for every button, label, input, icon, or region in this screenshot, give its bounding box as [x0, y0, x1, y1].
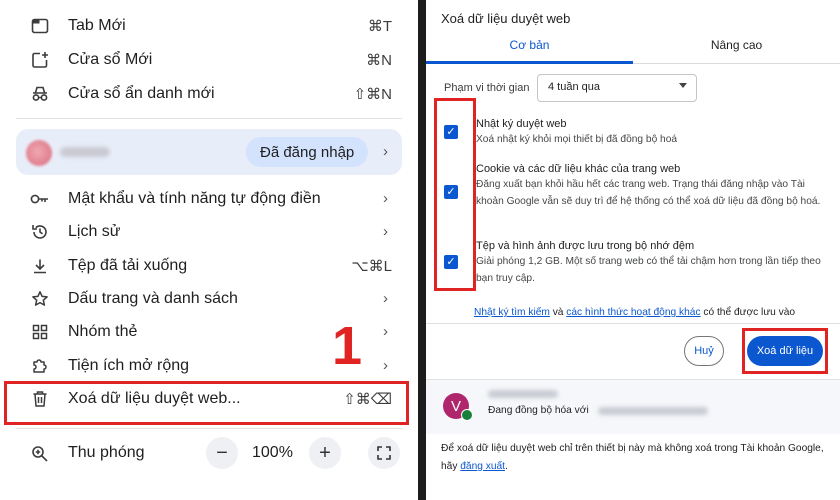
signed-in-badge: Đã đăng nhập [246, 137, 369, 167]
option-description: Đăng xuất bạn khỏi hầu hết các trang web… [476, 179, 821, 207]
other-activity-link[interactable]: các hình thức hoạt động khác [566, 307, 700, 318]
menu-item-label: Dấu trang và danh sách [68, 289, 238, 307]
menu-item-label: Tab Mới [68, 16, 126, 34]
sync-account-section: V Đang đồng bộ hóa với [426, 379, 840, 434]
option-description: Giải phóng 1,2 GB. Một số trang web có t… [476, 256, 821, 284]
clear-browsing-data-dialog: Xoá dữ liệu duyệt web Cơ bản Nâng cao Ph… [426, 0, 840, 500]
sign-out-hint-end: . [505, 461, 508, 472]
option-title: Cookie và các dữ liệu khác của trang web [476, 163, 681, 175]
menu-item-new-window[interactable]: Cửa sổ Mới ⌘N [0, 43, 418, 76]
option-description: Xoá nhật ký khỏi mọi thiết bị đã đồng bộ… [476, 134, 678, 145]
menu-item-label: Cửa sổ ẩn danh mới [68, 84, 215, 102]
search-history-link[interactable]: Nhật ký tìm kiếm [474, 307, 550, 318]
chrome-menu: Tab Mới ⌘T Cửa sổ Mới ⌘N Cửa sổ ẩn danh … [0, 0, 418, 500]
sync-status-icon [461, 409, 473, 421]
chevron-right-icon: › [383, 323, 388, 340]
avatar [26, 140, 52, 166]
time-range-select[interactable]: 4 tuần qua [537, 74, 697, 102]
menu-item-incognito[interactable]: Cửa sổ ẩn danh mới ⇧⌘N [0, 77, 418, 110]
tab-basic[interactable]: Cơ bản [426, 38, 633, 62]
key-icon [30, 189, 50, 209]
zoom-out-button[interactable]: − [206, 437, 238, 469]
new-window-icon [30, 50, 50, 70]
highlight-box-clear-button [742, 328, 828, 374]
account-name-redacted [488, 390, 558, 398]
fullscreen-button[interactable] [368, 437, 400, 469]
menu-item-label: Lịch sử [68, 222, 121, 240]
download-icon [30, 256, 50, 276]
menu-item-passwords[interactable]: Mật khẩu và tính năng tự động điền › [0, 182, 418, 215]
menu-item-label: Cửa sổ Mới [68, 50, 153, 68]
sign-out-link[interactable]: đăng xuất [460, 461, 505, 472]
zoom-icon [30, 444, 50, 464]
dialog-title: Xoá dữ liệu duyệt web [441, 11, 571, 26]
profile-row[interactable]: Đã đăng nhập › [16, 129, 402, 175]
chevron-right-icon: › [383, 223, 388, 240]
sync-status-text: Đang đồng bộ hóa với [488, 405, 589, 416]
star-icon [30, 289, 50, 309]
zoom-label: Thu phóng [68, 444, 145, 461]
zoom-value: 100% [252, 444, 293, 461]
grid-icon [30, 322, 50, 342]
zoom-in-button[interactable]: + [309, 437, 341, 469]
time-range-value: 4 tuần qua [548, 81, 600, 93]
fullscreen-icon [377, 446, 391, 460]
menu-item-new-tab[interactable]: Tab Mới ⌘T [0, 9, 418, 42]
highlight-box-clear-data-menu [4, 381, 409, 425]
chevron-right-icon: › [383, 143, 388, 160]
option-title: Nhật ký duyệt web [476, 118, 567, 130]
option-title: Tệp và hình ảnh được lưu trong bộ nhớ đệ… [476, 240, 695, 252]
divider [16, 118, 402, 119]
puzzle-icon [30, 356, 50, 376]
time-range-label: Phạm vi thời gian [444, 82, 530, 94]
chevron-right-icon: › [383, 190, 388, 207]
links-suffix: có thể được lưu vào [700, 307, 796, 318]
menu-item-downloads[interactable]: Tệp đã tải xuống ⌥⌘L [0, 249, 418, 282]
tab-advanced[interactable]: Nâng cao [633, 38, 840, 62]
step-number-1: 1 [332, 316, 363, 376]
shortcut-label: ⌘N [366, 51, 392, 69]
shortcut-label: ⌥⌘L [351, 257, 392, 275]
menu-item-label: Nhóm thẻ [68, 322, 138, 340]
divider [426, 323, 840, 324]
menu-item-label: Mật khẩu và tính năng tự động điền [68, 189, 321, 207]
new-tab-icon [30, 16, 50, 36]
zoom-row: Thu phóng − 100% + [0, 434, 418, 474]
account-email-redacted [598, 407, 708, 415]
shortcut-label: ⌘T [367, 17, 392, 35]
sign-out-hint: Để xoá dữ liệu duyệt web chỉ trên thiết … [441, 440, 831, 476]
divider [16, 428, 402, 429]
activity-links: Nhật ký tìm kiếm và các hình thức hoạt đ… [474, 307, 795, 318]
history-icon [30, 222, 50, 242]
shortcut-label: ⇧⌘N [353, 85, 392, 103]
profile-name-redacted [60, 147, 110, 157]
menu-item-label: Tệp đã tải xuống [68, 256, 188, 274]
menu-item-label: Tiện ích mở rộng [68, 356, 190, 374]
cancel-button[interactable]: Huỷ [684, 336, 724, 366]
tab-active-indicator [426, 61, 633, 64]
chevron-right-icon: › [383, 357, 388, 374]
incognito-icon [30, 84, 50, 104]
chevron-right-icon: › [383, 290, 388, 307]
panel-separator [418, 0, 426, 500]
menu-item-bookmarks[interactable]: Dấu trang và danh sách › [0, 282, 418, 315]
dropdown-arrow-icon [679, 83, 687, 88]
menu-item-history[interactable]: Lịch sử › [0, 215, 418, 248]
highlight-box-checkboxes [434, 98, 476, 291]
links-connector: và [549, 307, 567, 318]
